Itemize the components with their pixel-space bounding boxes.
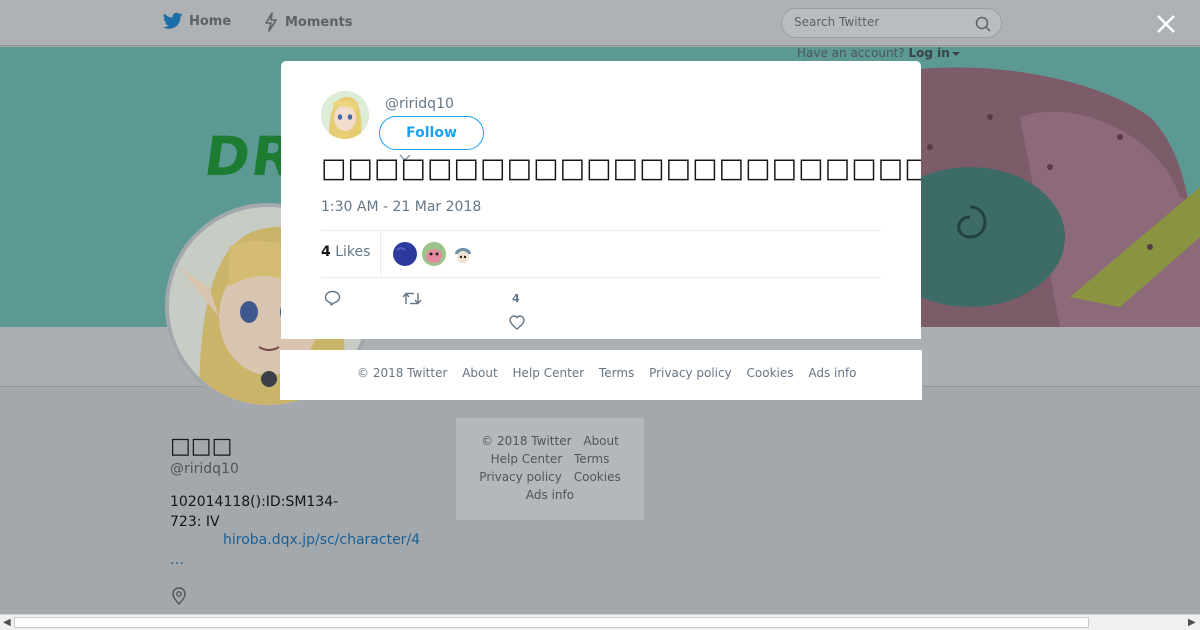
follow-button[interactable]: Follow: [379, 116, 484, 150]
liker-avatar[interactable]: [422, 242, 446, 266]
top-navigation-bar: Home Moments Search Twitter: [0, 0, 1200, 46]
tweet-modal: @riridq10 Follow □□□□□□□□□□□□□□□□□□□□□□□…: [281, 61, 921, 339]
profile-link-ellipsis[interactable]: …: [170, 552, 184, 568]
account-prompt: Have an account? Log in: [797, 46, 960, 60]
like-action-count: 4: [512, 292, 520, 305]
twitter-bird-icon: [163, 12, 183, 29]
nav-moments[interactable]: Moments: [263, 12, 352, 32]
divider: [321, 230, 881, 231]
liker-avatar-image: [451, 242, 475, 266]
profile-name: □□□: [170, 434, 233, 459]
modal-footer-help-center[interactable]: Help Center: [513, 366, 585, 380]
profile-handle[interactable]: @riridq10: [170, 461, 239, 477]
footer-copyright: © 2018 Twitter: [481, 434, 572, 448]
nav-home[interactable]: Home: [163, 12, 231, 30]
modal-footer-about[interactable]: About: [462, 366, 497, 380]
modal-footer-ads-info[interactable]: Ads info: [808, 366, 856, 380]
likes-stat[interactable]: 4 Likes: [321, 244, 370, 260]
search-icon[interactable]: [975, 16, 991, 32]
account-prompt-text: Have an account?: [797, 46, 905, 60]
footer-ads-info[interactable]: Ads info: [526, 488, 574, 502]
tweet-author-avatar-illustration: [321, 91, 369, 139]
footer-about[interactable]: About: [583, 434, 618, 448]
chevron-down-icon: [951, 51, 960, 56]
retweet-icon[interactable]: [402, 291, 422, 306]
tweet-text: □□□□□□□□□□□□□□□□□□□□□□□□□□□□□□□□□□□□□□□□…: [321, 153, 921, 184]
liker-avatar-image: [393, 242, 417, 266]
page-footer-card: © 2018 Twitter About Help Center Terms P…: [456, 418, 644, 520]
modal-footer-cookies[interactable]: Cookies: [747, 366, 794, 380]
divider: [380, 231, 381, 277]
modal-footer: © 2018 Twitter About Help Center Terms P…: [280, 350, 922, 400]
tweet-author-handle[interactable]: @riridq10: [385, 96, 454, 112]
profile-website-link[interactable]: hiroba.dqx.jp/sc/character/4: [223, 532, 420, 548]
nav-home-label: Home: [189, 13, 232, 29]
scrollbar-thumb[interactable]: [14, 617, 1089, 628]
modal-footer-copyright: © 2018 Twitter: [357, 366, 448, 380]
moments-lightning-icon: [265, 12, 277, 32]
liker-avatar-image: [422, 242, 446, 266]
liker-avatar[interactable]: [451, 242, 475, 266]
likes-count: 4: [321, 244, 331, 260]
horizontal-scrollbar[interactable]: ◀ ▶: [0, 614, 1200, 630]
scroll-left-arrow-icon[interactable]: ◀: [3, 617, 11, 628]
location-pin-icon: [172, 587, 186, 605]
login-link[interactable]: Log in: [908, 46, 949, 60]
footer-terms[interactable]: Terms: [574, 452, 609, 466]
search-placeholder: Search Twitter: [794, 15, 880, 29]
divider: [321, 277, 881, 278]
footer-cookies[interactable]: Cookies: [574, 470, 621, 484]
reply-icon[interactable]: [324, 290, 341, 306]
liker-avatar[interactable]: [393, 242, 417, 266]
tweet-timestamp[interactable]: 1:30 AM - 21 Mar 2018: [321, 199, 481, 215]
likes-label: Likes: [335, 244, 371, 260]
profile-bio: 102014118():ID:SM134-723: IV: [170, 494, 339, 530]
search-input[interactable]: Search Twitter: [781, 8, 1002, 38]
heart-icon[interactable]: [509, 315, 525, 330]
nav-moments-label: Moments: [285, 14, 353, 30]
modal-footer-terms[interactable]: Terms: [599, 366, 634, 380]
scroll-right-arrow-icon[interactable]: ▶: [1188, 617, 1196, 628]
tweet-author-avatar[interactable]: [321, 91, 369, 139]
close-icon[interactable]: [1155, 13, 1177, 35]
modal-footer-privacy[interactable]: Privacy policy: [649, 366, 732, 380]
footer-help-center[interactable]: Help Center: [491, 452, 563, 466]
footer-privacy[interactable]: Privacy policy: [479, 470, 562, 484]
